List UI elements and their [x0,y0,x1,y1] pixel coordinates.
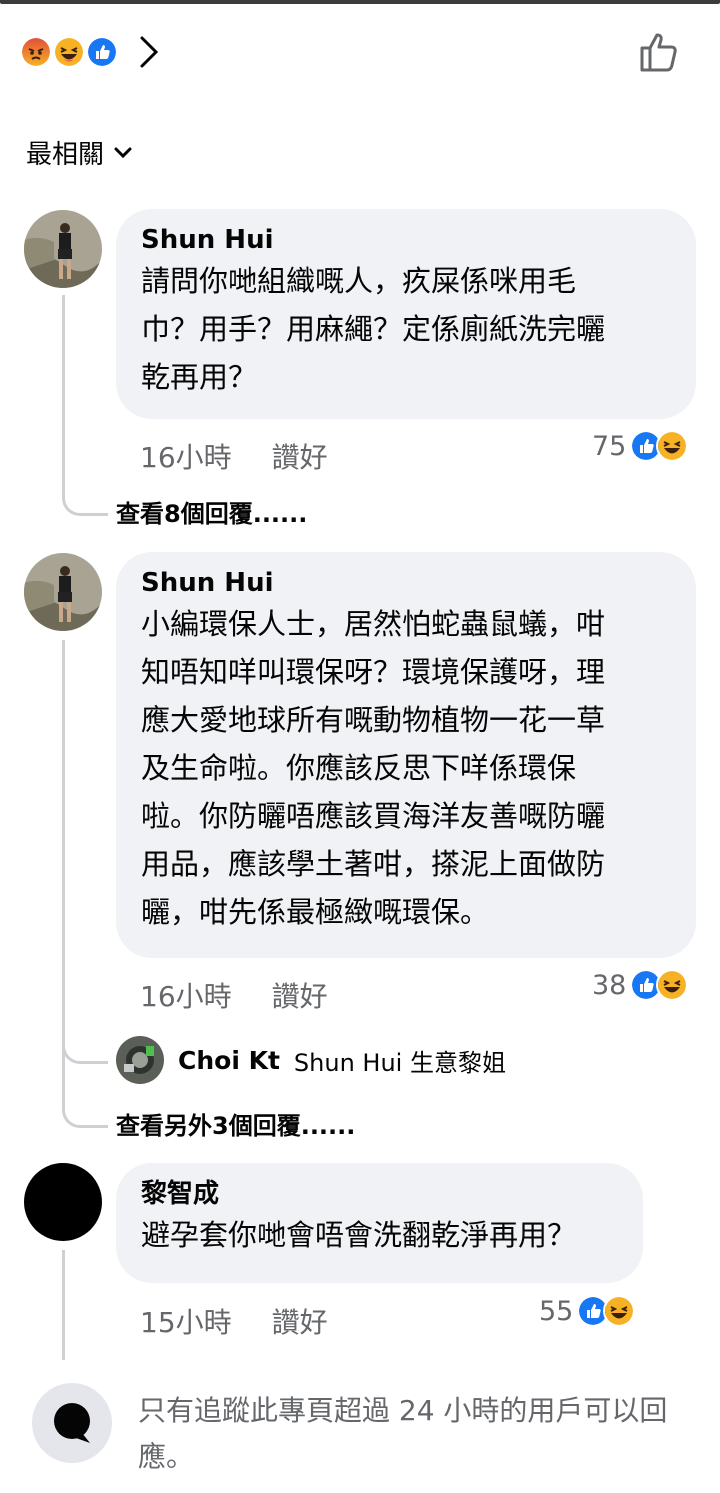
avatar[interactable] [24,210,102,288]
reply-text: Shun Hui 生意黎姐 [293,1048,506,1077]
comment-author[interactable]: Shun Hui [141,566,672,600]
comment-time[interactable]: 16小時 [140,436,232,476]
reaction-count[interactable]: 38 [592,969,689,1001]
reply-author[interactable]: Choi Kt [178,1046,280,1075]
sort-label: 最相關 [26,140,105,170]
comment-time[interactable]: 15小時 [140,1301,232,1341]
thumbs-up-icon[interactable] [638,30,682,78]
reaction-count-value: 55 [539,1295,574,1327]
haha-icon [603,1295,636,1327]
comment-time[interactable]: 16小時 [140,975,232,1015]
comment-meta: 16小時 讚好 [140,436,328,476]
thread-line [62,1250,65,1360]
reaction-count-value: 75 [592,430,627,462]
sort-dropdown[interactable]: 最相關 [26,134,132,171]
angry-icon[interactable] [20,36,52,68]
comment-bubble: Shun Hui 請問你哋組織嘅人，疚屎係咪用毛 巾？用手？用麻繩？定係廁紙洗完… [116,209,696,419]
reaction-count-value: 38 [592,969,627,1001]
avatar[interactable] [116,1036,164,1084]
chevron-down-icon [114,147,132,158]
comment-text: 避孕套你哋會唔會洗翻乾淨再用？ [141,1218,577,1252]
comment-meta: 15小時 讚好 [140,1301,328,1341]
comment-icon [32,1383,112,1463]
reactions-header [0,20,720,84]
comment-author[interactable]: 黎智成 [141,1177,619,1211]
chevron-right-icon[interactable] [136,34,164,74]
thread-curve [62,1104,108,1128]
top-divider [0,0,720,4]
like-link[interactable]: 讚好 [272,436,328,476]
view-more-replies-link[interactable]: 查看另外3個回覆...... [116,1106,355,1141]
reply-preview[interactable]: Choi Kt Shun Hui 生意黎姐 [116,1036,506,1084]
like-icon[interactable] [86,36,118,68]
thread-curve [62,492,108,516]
comment-text: 請問你哋組織嘅人，疚屎係咪用毛 巾？用手？用麻繩？定係廁紙洗完曬 乾再用？ [141,264,606,394]
comment-restriction-notice: 只有追蹤此專頁超過 24 小時的用戶可以回應。 [138,1394,668,1473]
view-more-replies-link[interactable]: 查看8個回覆...... [116,494,307,529]
comment-meta: 16小時 讚好 [140,975,328,1015]
reaction-count[interactable]: 75 [592,430,689,462]
haha-icon [656,430,689,462]
avatar[interactable] [24,1163,102,1241]
comment-text: 小編環保人士，居然怕蛇蟲鼠蟻，咁 知唔知咩叫環保呀？環境保護呀，理 應大愛地球所… [141,607,606,929]
comment-author[interactable]: Shun Hui [141,223,672,257]
like-link[interactable]: 讚好 [272,1301,328,1341]
comment-composer-footer: 只有追蹤此專頁超過 24 小時的用戶可以回應。 [0,1360,720,1493]
avatar[interactable] [24,553,102,631]
like-link[interactable]: 讚好 [272,975,328,1015]
reaction-count[interactable]: 55 [539,1295,636,1327]
comment-bubble: Shun Hui 小編環保人士，居然怕蛇蟲鼠蟻，咁 知唔知咩叫環保呀？環境保護呀… [116,552,696,958]
haha-icon[interactable] [53,36,85,68]
haha-icon [656,969,689,1001]
comment-bubble: 黎智成 避孕套你哋會唔會洗翻乾淨再用？ [116,1163,643,1283]
thread-line [62,295,65,495]
thread-curve [62,1040,108,1064]
